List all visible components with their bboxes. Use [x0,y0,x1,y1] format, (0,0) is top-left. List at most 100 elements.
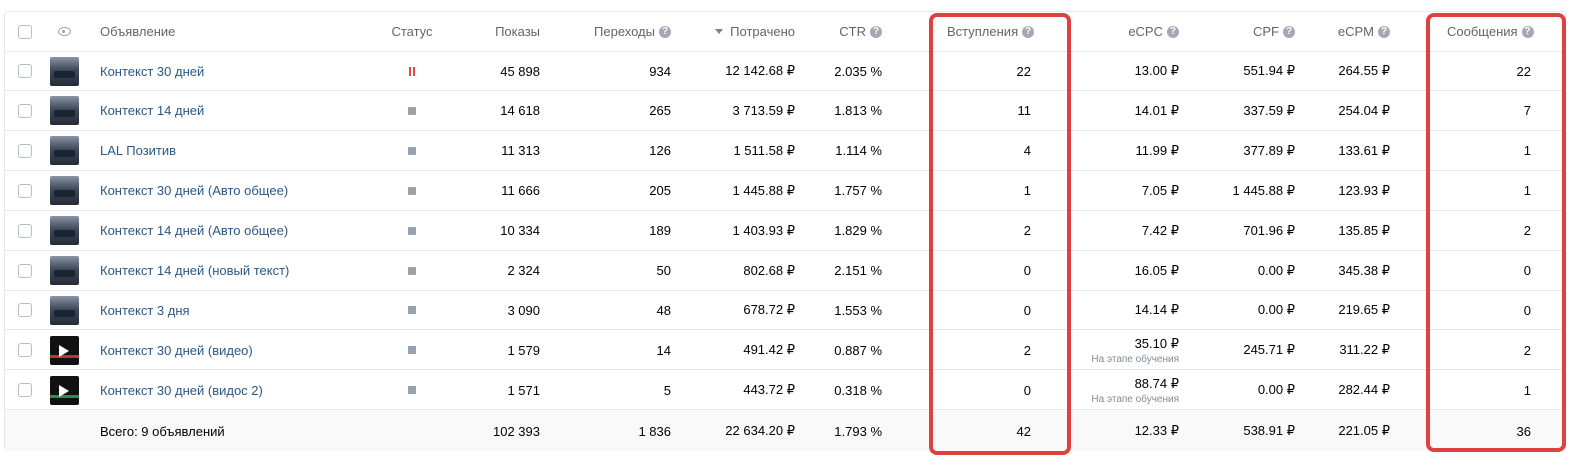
help-icon[interactable]: ? [1378,25,1390,38]
ad-name-link[interactable]: Контекст 14 дней (Авто общее) [100,212,288,250]
help-icon[interactable]: ? [870,25,882,38]
col-ad-header[interactable]: Объявление [100,12,175,51]
ad-thumbnail[interactable] [50,96,79,126]
col-ecpm-header[interactable]: eCPM? [1305,12,1390,51]
row-checkbox-cell[interactable] [18,371,32,409]
ad-name-link[interactable]: Контекст 14 дней (новый текст) [100,252,289,290]
cell-ctr: 0.887 % [834,342,882,358]
ad-name-link[interactable]: LAL Позитив [100,132,176,170]
row-checkbox-cell[interactable] [18,331,32,369]
row-checkbox-cell[interactable] [18,252,32,290]
status-cell[interactable] [385,132,439,170]
ad-name-link[interactable]: Контекст 3 дня [100,291,190,329]
ecpc-value: 7.05 ₽ [1141,182,1179,198]
ad-thumbnail-cell[interactable] [50,252,79,290]
help-icon[interactable]: ? [1283,25,1295,38]
status-cell[interactable] [385,252,439,290]
ecpc-value: 14.01 ₽ [1134,102,1179,118]
ad-thumbnail[interactable] [50,256,79,285]
col-ctr-header[interactable]: CTR? [805,12,882,51]
stopped-status-icon[interactable] [408,106,416,115]
row-checkbox-cell[interactable] [18,132,32,170]
ad-thumbnail[interactable] [50,56,79,86]
stopped-status-icon[interactable] [408,306,416,315]
ecpc-value: 35.10 ₽ [1134,335,1179,351]
col-ecpc-header[interactable]: eCPC? [1095,12,1179,51]
stopped-status-icon[interactable] [408,346,416,355]
ad-thumbnail[interactable] [50,295,79,325]
status-cell[interactable] [385,291,439,329]
help-icon[interactable]: ? [1167,25,1179,38]
row-checkbox[interactable] [18,303,32,318]
col-cpf-header[interactable]: CPF? [1205,12,1295,51]
help-icon[interactable]: ? [659,25,671,38]
status-cell[interactable] [385,92,439,130]
stopped-status-icon[interactable] [408,186,416,195]
ad-thumbnail[interactable] [50,136,79,166]
row-checkbox-cell[interactable] [18,172,32,210]
cell-cpf: 0.00 ₽ [1257,382,1295,398]
row-checkbox[interactable] [18,383,32,398]
total-impressions: 102 393 [493,423,540,439]
row-checkbox[interactable] [18,103,32,118]
status-cell[interactable] [385,172,439,210]
cell-cpf: 245.71 ₽ [1243,342,1295,358]
row-checkbox-cell[interactable] [18,291,32,329]
row-checkbox[interactable] [18,263,32,278]
ad-thumbnail-cell[interactable] [50,331,79,369]
stopped-status-icon[interactable] [408,386,416,395]
paused-status-icon[interactable] [409,66,415,76]
cell-impressions: 1 571 [507,382,540,398]
ad-thumbnail-cell[interactable] [50,132,79,170]
cell-impressions: 45 898 [500,63,540,79]
cell-ecpm: 254.04 ₽ [1338,102,1390,118]
table-row: Контекст 30 дней (видос 2) 1 571 5 443.72 ₽… [5,371,1565,411]
row-checkbox[interactable] [18,183,32,198]
ad-thumbnail[interactable] [50,176,79,206]
ecpc-value: 11.99 ₽ [1135,142,1179,158]
col-impressions-header[interactable]: Показы [445,12,540,51]
ad-thumbnail-cell[interactable] [50,371,79,409]
row-checkbox[interactable] [18,223,32,238]
select-all-checkbox-cell[interactable] [18,12,32,51]
col-status-header[interactable]: Статус [385,12,439,51]
ads-stats-table: Объявление Статус Показы Переходы? Потра… [4,11,1566,451]
table-row: Контекст 30 дней (видео) 1 579 14 491.42 ₽ 0… [5,331,1565,371]
col-spent-header[interactable]: Потрачено [685,12,795,51]
ad-name-link[interactable]: Контекст 30 дней (видос 2) [100,371,263,409]
ad-thumbnail-cell[interactable] [50,92,79,130]
status-cell[interactable] [385,52,439,90]
cell-clicks: 205 [649,183,671,199]
row-checkbox[interactable] [18,343,32,358]
cell-cpf: 701.96 ₽ [1243,222,1295,238]
stopped-status-icon[interactable] [408,266,416,275]
sort-desc-icon [715,29,724,34]
ad-thumbnail[interactable] [50,335,79,365]
ad-name-link[interactable]: Контекст 30 дней [100,52,204,90]
row-checkbox-cell[interactable] [18,52,32,90]
ad-thumbnail[interactable] [50,216,79,246]
ad-thumbnail-cell[interactable] [50,291,79,329]
row-checkbox-cell[interactable] [18,92,32,130]
row-checkbox[interactable] [18,64,32,78]
row-checkbox[interactable] [18,143,32,158]
cell-impressions: 14 618 [500,103,540,119]
stopped-status-icon[interactable] [408,226,416,235]
cell-cpf: 0.00 ₽ [1257,302,1295,318]
col-clicks-header[interactable]: Переходы? [565,12,671,51]
visibility-column-header[interactable] [58,12,71,51]
cell-spent: 443.72 ₽ [743,382,795,398]
ad-name-link[interactable]: Контекст 14 дней [100,92,204,130]
ad-thumbnail-cell[interactable] [50,212,79,250]
ad-name-link[interactable]: Контекст 30 дней (видео) [100,331,253,369]
status-cell[interactable] [385,212,439,250]
status-cell[interactable] [385,331,439,369]
select-all-checkbox[interactable] [18,24,32,39]
ad-thumbnail-cell[interactable] [50,52,79,90]
ad-thumbnail-cell[interactable] [50,172,79,210]
status-cell[interactable] [385,371,439,409]
row-checkbox-cell[interactable] [18,212,32,250]
ad-name-link[interactable]: Контекст 30 дней (Авто общее) [100,172,288,210]
ad-thumbnail[interactable] [50,375,79,405]
stopped-status-icon[interactable] [408,146,416,155]
